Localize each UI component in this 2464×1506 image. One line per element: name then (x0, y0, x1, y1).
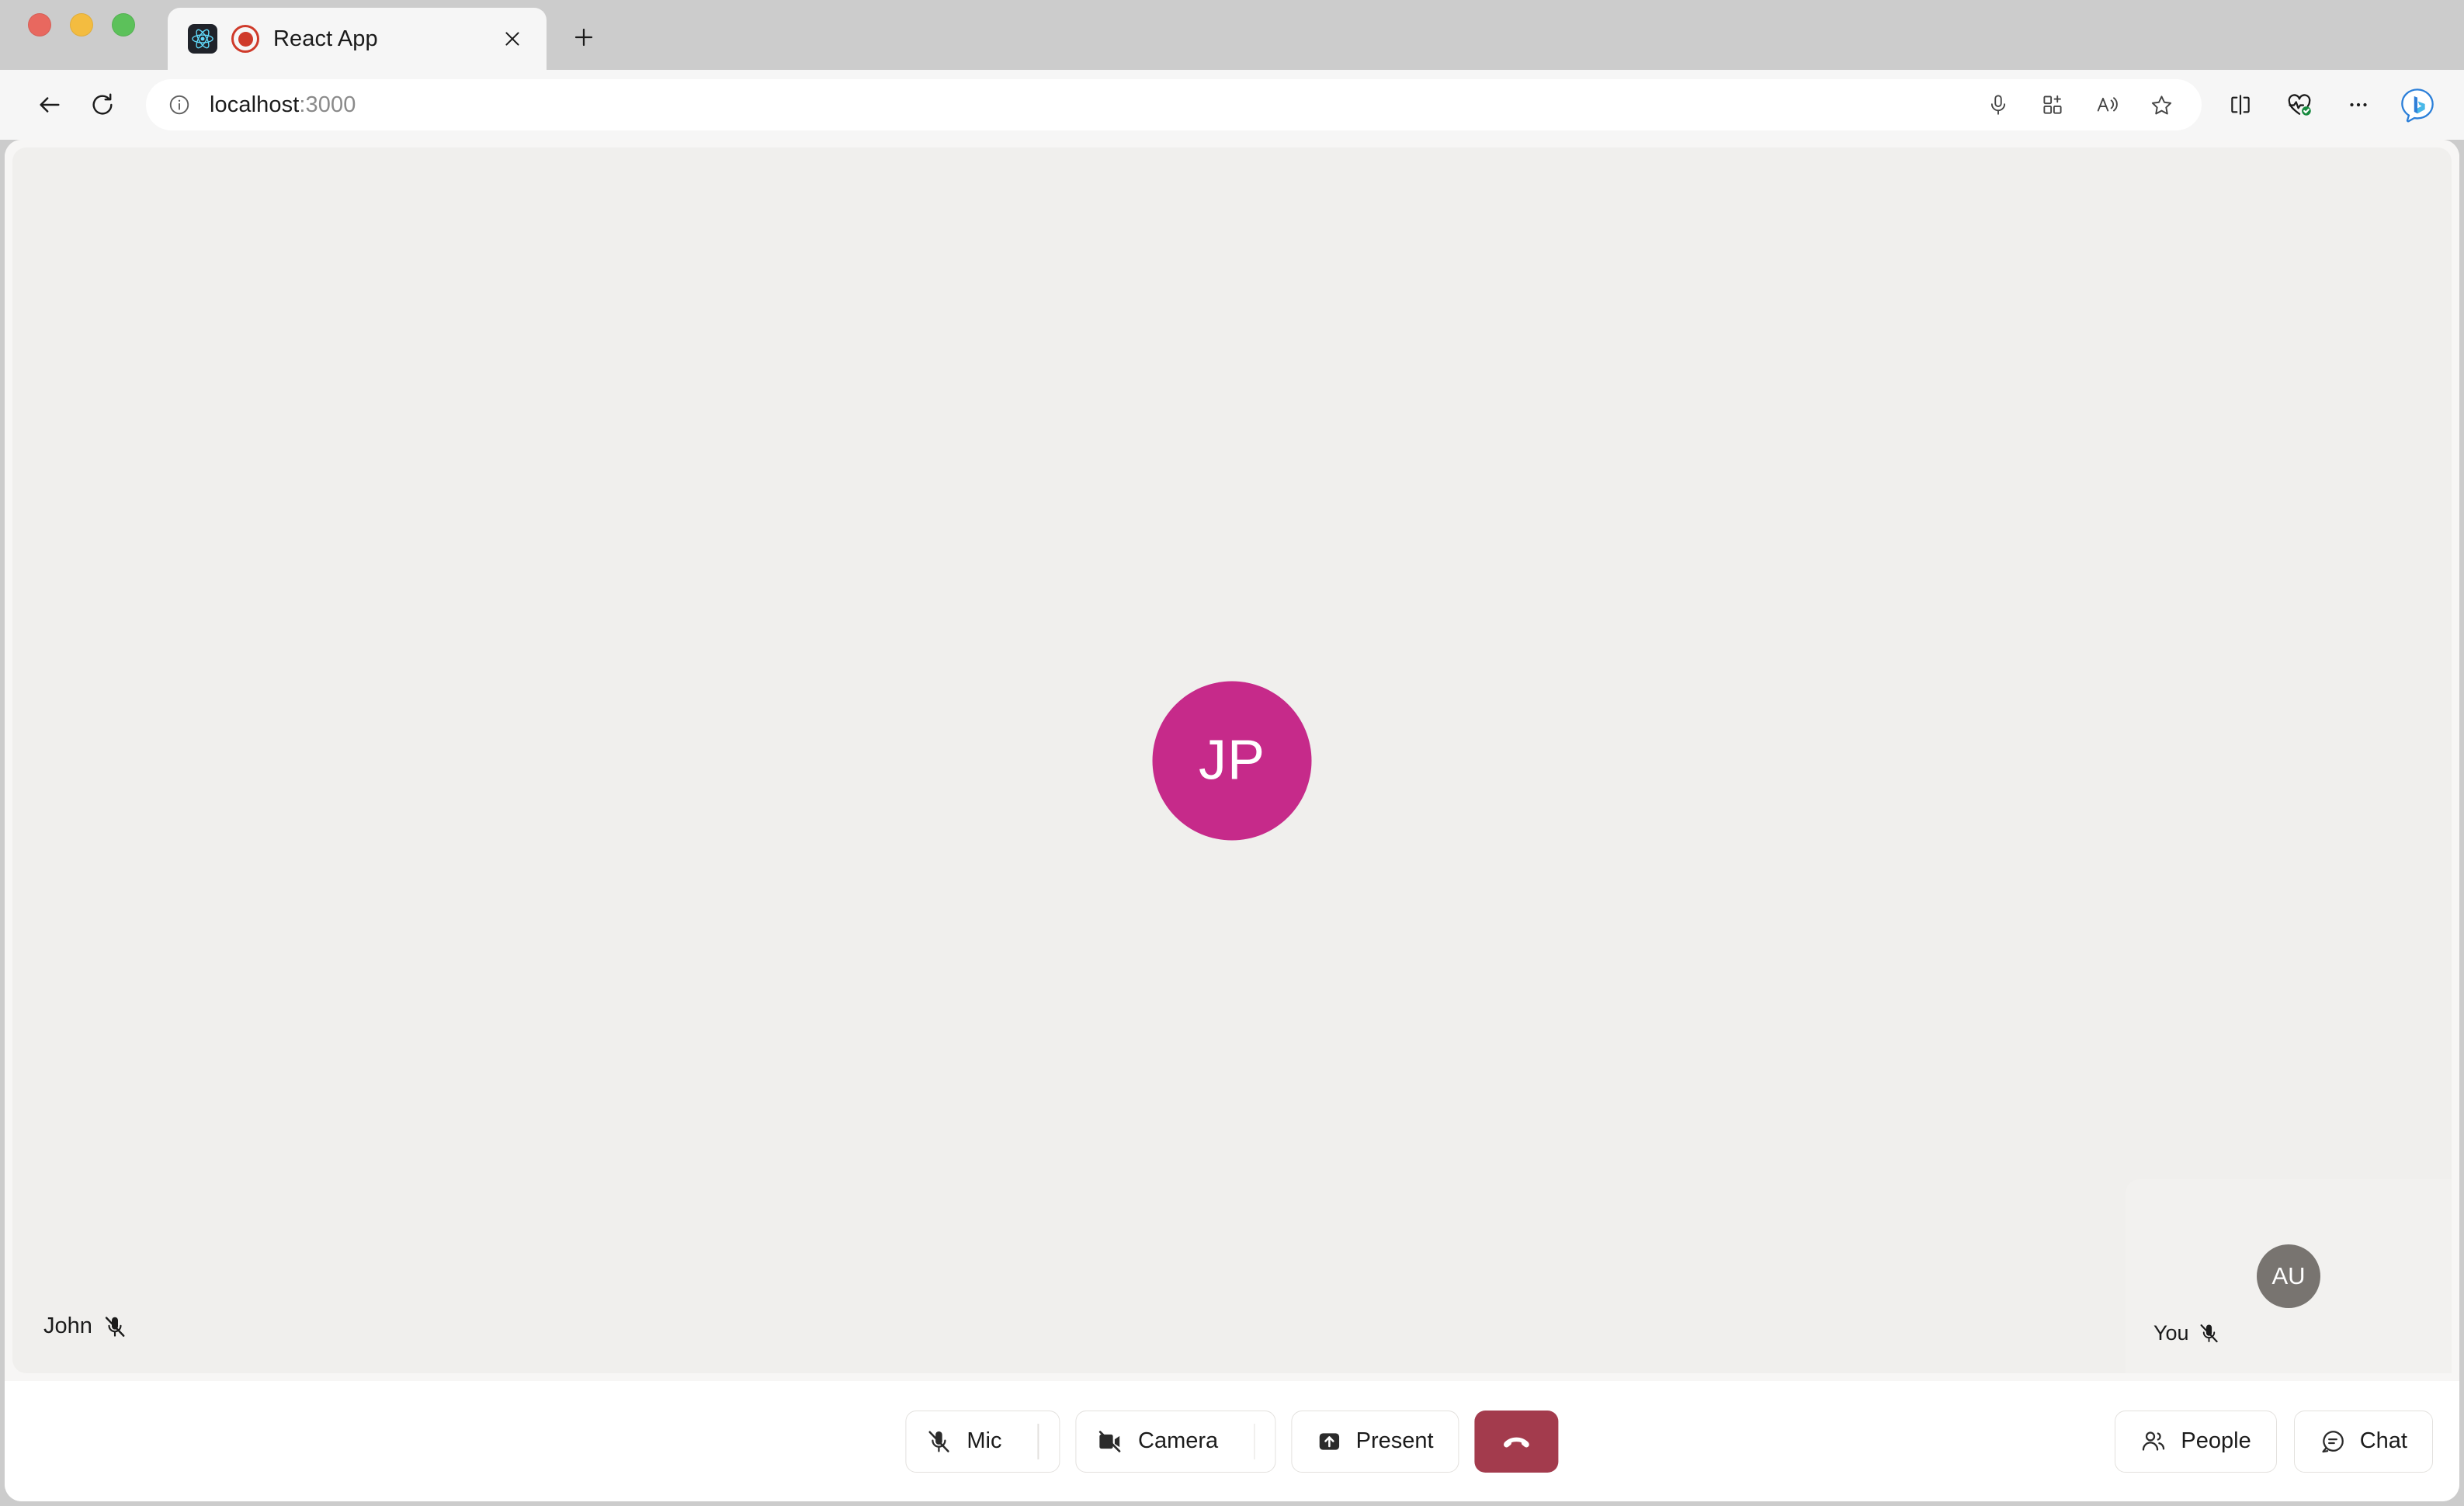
people-button[interactable]: People (2115, 1410, 2277, 1473)
participant-name: You (2153, 1321, 2189, 1345)
camera-button[interactable]: Camera (1075, 1410, 1276, 1473)
camera-button-label: Camera (1138, 1428, 1219, 1453)
split-screen-icon[interactable] (2214, 78, 2267, 131)
secondary-controls: People Chat (2115, 1410, 2433, 1473)
participant-name: John (43, 1313, 92, 1338)
meeting-control-bar: Mic Camera Present People Chat (5, 1381, 2459, 1501)
mic-muted-icon (926, 1429, 951, 1454)
browser-toolbar: localhost:3000 (0, 70, 2464, 140)
camera-menu-divider (1254, 1423, 1255, 1459)
address-bar[interactable]: localhost:3000 (146, 79, 2202, 130)
read-aloud-icon[interactable] (2082, 80, 2132, 130)
back-arrow-icon[interactable] (23, 78, 76, 131)
tab-strip: React App (0, 0, 2464, 70)
copilot-bing-icon[interactable] (2391, 78, 2444, 131)
new-tab-button[interactable] (560, 14, 607, 61)
mic-menu-divider (1037, 1423, 1039, 1459)
window-traffic-lights (28, 0, 135, 70)
window-minimize-button[interactable] (70, 13, 93, 36)
toolbar-right-actions (2214, 78, 2444, 131)
hangup-phone-icon (1501, 1425, 1533, 1458)
url-host: localhost (210, 92, 300, 117)
mic-muted-icon (2199, 1323, 2219, 1344)
address-bar-actions (1973, 80, 2186, 130)
main-participant-tile[interactable]: JP John (12, 147, 2452, 1373)
people-button-label: People (2181, 1428, 2251, 1453)
meeting-stage: JP John AU You (5, 140, 2459, 1381)
browser-tab-react-app[interactable]: React App (168, 8, 547, 70)
collections-add-icon[interactable] (2028, 80, 2077, 130)
favorite-star-icon[interactable] (2136, 80, 2186, 130)
chat-button-label: Chat (2359, 1428, 2407, 1453)
browser-essentials-icon[interactable] (2273, 78, 2326, 131)
main-participant-label: John (43, 1313, 127, 1339)
hangup-button[interactable] (1474, 1410, 1559, 1473)
address-bar-url: localhost:3000 (210, 92, 356, 118)
url-port: :3000 (299, 92, 356, 117)
info-circle-icon[interactable] (168, 93, 191, 116)
share-screen-icon (1317, 1429, 1342, 1454)
camera-off-icon (1096, 1428, 1123, 1455)
microphone-icon[interactable] (1973, 80, 2023, 130)
chat-bubble-icon (2320, 1428, 2346, 1455)
primary-controls: Mic Camera Present (905, 1410, 1559, 1473)
browser-window: React App localhost:3000 JP John AU You … (0, 0, 2464, 1506)
chat-button[interactable]: Chat (2293, 1410, 2433, 1473)
avatar: JP (1152, 681, 1312, 840)
window-maximize-button[interactable] (112, 13, 135, 36)
react-logo-icon (188, 24, 217, 54)
mic-button[interactable]: Mic (905, 1410, 1060, 1473)
self-view-tile[interactable]: AU You (2126, 1179, 2452, 1373)
tab-title: React App (273, 26, 378, 51)
window-close-button[interactable] (28, 13, 51, 36)
self-view-label: You (2153, 1321, 2219, 1345)
present-button-label: Present (1355, 1428, 1434, 1453)
avatar: AU (2257, 1244, 2320, 1308)
web-page-content: JP John AU You Mic Camera Present People… (5, 140, 2459, 1501)
recording-dot-icon[interactable] (231, 25, 259, 53)
mic-button-label: Mic (967, 1428, 1002, 1453)
reload-icon[interactable] (76, 78, 129, 131)
more-options-icon[interactable] (2332, 78, 2385, 131)
people-icon (2140, 1428, 2167, 1455)
present-button[interactable]: Present (1291, 1410, 1459, 1473)
mic-muted-icon (103, 1315, 127, 1338)
close-icon[interactable] (495, 22, 529, 56)
